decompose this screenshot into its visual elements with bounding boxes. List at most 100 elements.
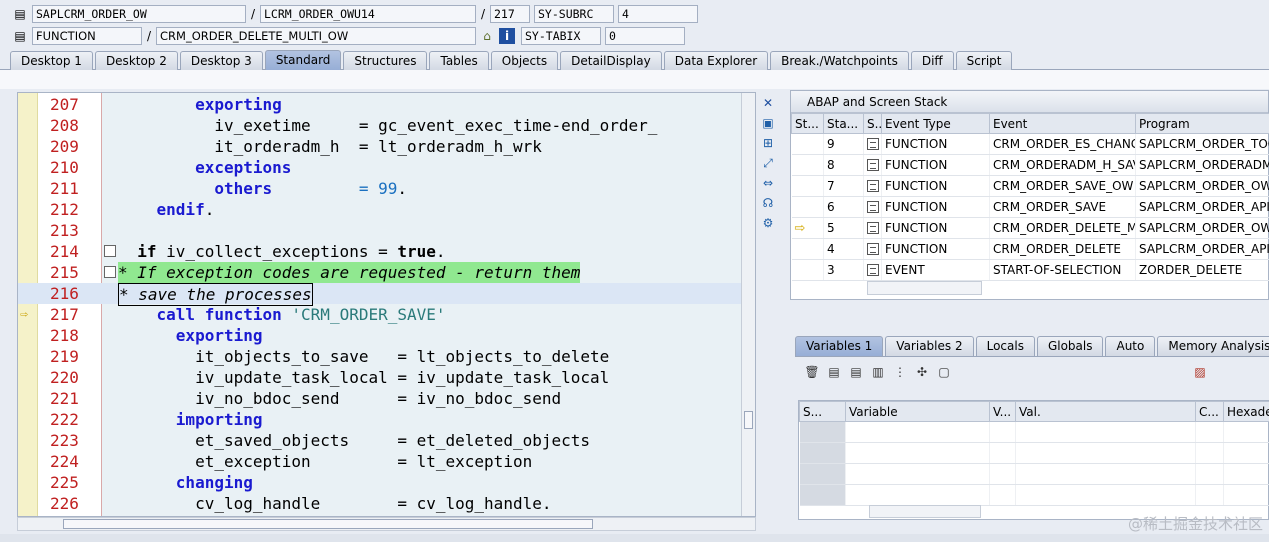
stack-column-header[interactable]: Event: [989, 113, 1136, 134]
tab-script[interactable]: Script: [955, 51, 1013, 70]
stack-column-header[interactable]: S...: [863, 113, 882, 134]
tab-detaildisplay[interactable]: DetailDisplay: [560, 51, 662, 70]
tab-auto[interactable]: Auto: [1105, 336, 1156, 356]
code-line[interactable]: 210 exceptions: [18, 157, 755, 178]
stack-hscroll[interactable]: [867, 281, 982, 295]
collapse-icon[interactable]: [104, 245, 116, 257]
tab-structures[interactable]: Structures: [343, 51, 428, 70]
navigate-icon[interactable]: ✣: [913, 364, 931, 380]
service-icon[interactable]: ☊: [759, 194, 777, 212]
tab-globals[interactable]: Globals: [1036, 336, 1104, 356]
code-line[interactable]: 209 it_orderadm_h = lt_orderadm_h_wrk: [18, 136, 755, 157]
table-row[interactable]: [799, 484, 1269, 506]
code-line[interactable]: 225 changing: [18, 472, 755, 493]
variables-column-header[interactable]: Val.: [1015, 401, 1196, 422]
tab-desktop-1[interactable]: Desktop 1: [10, 51, 93, 70]
stack-column-header[interactable]: St...: [791, 113, 824, 134]
scroll-thumb[interactable]: [744, 411, 753, 429]
code-line[interactable]: 216 * save the processes: [18, 283, 755, 306]
code-line[interactable]: 217 call function 'CRM_ORDER_SAVE' ⇨: [18, 304, 755, 325]
stack-row[interactable]: ⇨ 5 FUNCTION CRM_ORDER_DELETE_M... SAPLCRM_O…: [791, 217, 1269, 239]
code-line[interactable]: 219 it_objects_to_save = lt_objects_to_d…: [18, 346, 755, 367]
tab-locals[interactable]: Locals: [975, 336, 1035, 356]
editor-horizontal-scrollbar[interactable]: [17, 517, 756, 531]
tab-desktop-3[interactable]: Desktop 3: [179, 51, 263, 70]
variables-column-header[interactable]: Hexadec: [1223, 401, 1269, 422]
variables-hscroll[interactable]: [869, 505, 981, 518]
function-name-field[interactable]: CRM_ORDER_DELETE_MULTI_OW: [156, 27, 476, 45]
code-line[interactable]: 215 * If exception codes are requested - …: [18, 262, 755, 283]
tab-variables-2[interactable]: Variables 2: [885, 336, 974, 356]
variables-grid[interactable]: S...VariableV...Val.C...Hexadec: [798, 400, 1269, 520]
code-line[interactable]: 214 if iv_collect_exceptions = true.: [18, 241, 755, 262]
sysfield-subrc[interactable]: SY-SUBRC: [534, 5, 614, 23]
bookmark-icon[interactable]: ▢: [935, 364, 953, 380]
table-row[interactable]: [799, 421, 1269, 443]
tab-variables-1[interactable]: Variables 1: [795, 336, 884, 356]
hscroll-thumb[interactable]: [63, 519, 593, 529]
table-row[interactable]: [799, 463, 1269, 485]
code-line[interactable]: 222 importing: [18, 409, 755, 430]
kind-field[interactable]: FUNCTION: [32, 27, 142, 45]
stack-row[interactable]: 7 FUNCTION CRM_ORDER_SAVE_OW SAPLCRM_ORDER_…: [791, 175, 1269, 197]
stack-column-header[interactable]: Event Type: [881, 113, 990, 134]
stack-row[interactable]: 9 FUNCTIONCRM_ORDER_ES_CHANG...SAPLCRM_OR…: [791, 133, 1269, 155]
tab-diff[interactable]: Diff: [910, 51, 954, 70]
collapse-icon[interactable]: [104, 266, 116, 278]
stack-column-header[interactable]: Sta...: [823, 113, 864, 134]
code-line[interactable]: 213: [18, 220, 755, 241]
tab-memory-analysis[interactable]: Memory Analysis: [1157, 336, 1269, 356]
find-icon[interactable]: ⋮: [891, 364, 909, 380]
stack-row[interactable]: 3 EVENT START-OF-SELECTION ZORDER_DELETE: [791, 259, 1269, 281]
close-icon[interactable]: ✕: [759, 94, 777, 112]
tab-standard[interactable]: Standard: [264, 50, 342, 70]
variables-column-header[interactable]: V...: [989, 401, 1016, 422]
where-used-icon[interactable]: ⌂: [479, 28, 495, 44]
code-line[interactable]: 211 others = 99.: [18, 178, 755, 199]
editor-vertical-scrollbar[interactable]: [741, 93, 755, 516]
swap-icon[interactable]: ⇔: [759, 174, 777, 192]
code-line[interactable]: 224 et_exception = lt_exception: [18, 451, 755, 472]
change-icon[interactable]: ▥: [869, 364, 887, 380]
code-line[interactable]: 218 exporting: [18, 325, 755, 346]
sysfield-tabix[interactable]: SY-TABIX: [521, 27, 601, 45]
code-line[interactable]: 220 iv_update_task_local = iv_update_tas…: [18, 367, 755, 388]
replace-tool-icon[interactable]: ⊞: [759, 134, 777, 152]
code-line[interactable]: 221 iv_no_bdoc_send = iv_no_bdoc_send: [18, 388, 755, 409]
variables-column-header[interactable]: Variable: [845, 401, 990, 422]
stack-row[interactable]: 4 FUNCTION CRM_ORDER_DELETE SAPLCRM_ORDER_A…: [791, 238, 1269, 260]
insert-row-icon[interactable]: ▤: [825, 364, 843, 380]
line-field[interactable]: 217: [490, 5, 530, 23]
code-line[interactable]: 223 et_saved_objects = et_deleted_object…: [18, 430, 755, 451]
tab-break-watchpoints[interactable]: Break./Watchpoints: [770, 51, 909, 70]
stack-type-cell: [863, 238, 882, 260]
code-line[interactable]: 207 exporting: [18, 94, 755, 115]
maximize-icon[interactable]: ⤢: [759, 154, 777, 172]
code-line[interactable]: 226 cv_log_handle = cv_log_handle.: [18, 493, 755, 514]
code-line[interactable]: 212 endif.: [18, 199, 755, 220]
stack-row[interactable]: 6 FUNCTION CRM_ORDER_SAVE SAPLCRM_ORDER_API: [791, 196, 1269, 218]
save-icon[interactable]: ▨: [1191, 364, 1209, 380]
append-icon[interactable]: ▤: [847, 364, 865, 380]
stack-column-header[interactable]: Program: [1135, 113, 1269, 134]
variables-column-header[interactable]: C...: [1195, 401, 1224, 422]
variables-column-header[interactable]: S...: [799, 401, 846, 422]
tab-tables[interactable]: Tables: [429, 51, 489, 70]
tab-objects[interactable]: Objects: [490, 51, 559, 70]
include-field[interactable]: LCRM_ORDER_OWU14: [260, 5, 476, 23]
stack-row[interactable]: 8 FUNCTION CRM_ORDERADM_H_SAV... SAPLCRM_OR…: [791, 154, 1269, 176]
settings-icon[interactable]: ⚙: [759, 214, 777, 232]
sysfield-subrc-value[interactable]: 4: [618, 5, 698, 23]
info-icon[interactable]: i: [499, 28, 515, 44]
sysfield-tabix-value[interactable]: 0: [605, 27, 685, 45]
code-editor[interactable]: 207 exporting 208 iv_exetime = gc_event_e…: [17, 92, 756, 517]
delete-icon[interactable]: 🗑: [803, 364, 821, 380]
stack-type-cell: [863, 259, 882, 281]
tab-desktop-2[interactable]: Desktop 2: [94, 51, 178, 70]
event-type-icon: [867, 138, 879, 150]
tab-data-explorer[interactable]: Data Explorer: [663, 51, 769, 70]
new-tool-icon[interactable]: ▣: [759, 114, 777, 132]
program-field[interactable]: SAPLCRM_ORDER_OW: [32, 5, 246, 23]
code-line[interactable]: 208 iv_exetime = gc_event_exec_time-end_…: [18, 115, 755, 136]
table-row[interactable]: [799, 442, 1269, 464]
